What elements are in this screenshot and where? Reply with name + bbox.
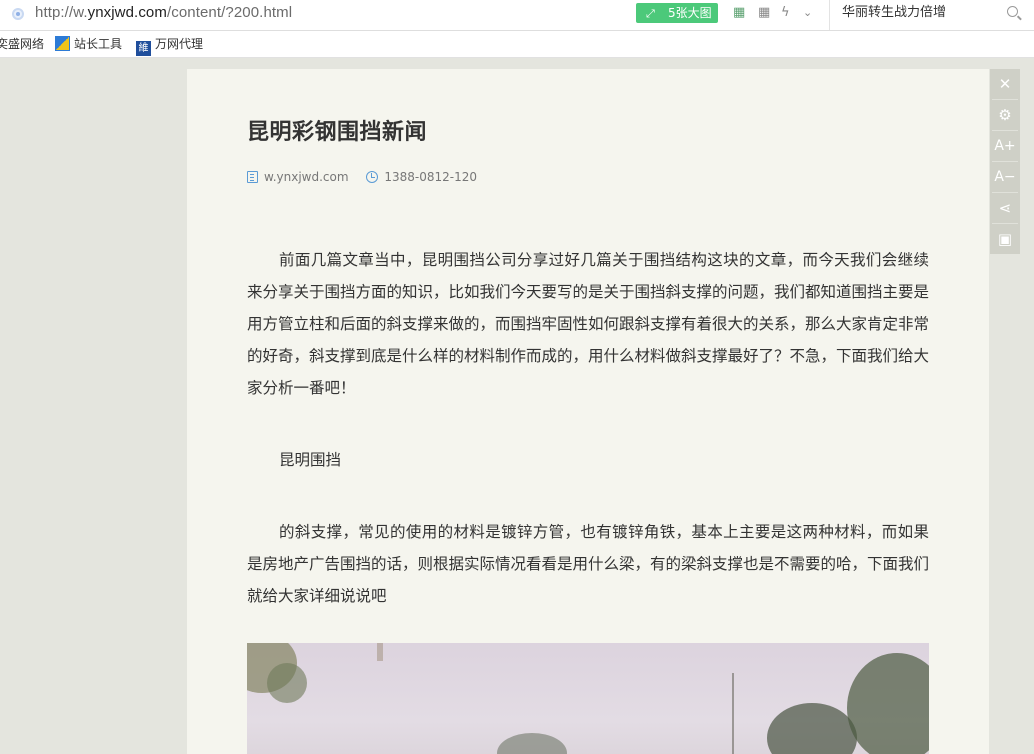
expand-icon: ⤢ xyxy=(646,7,655,20)
search-box[interactable]: 华丽转生战力倍增 xyxy=(829,0,1034,30)
article-paragraph: 前面几篇文章当中，昆明围挡公司分享过好几篇关于围挡结构这块的文章，而今天我们会继… xyxy=(247,251,930,397)
site-security-icon[interactable] xyxy=(12,8,24,20)
bookmark-item[interactable]: 奕盛网络 xyxy=(0,36,44,52)
bookmarks-bar: 奕盛网络 站长工具 維万网代理 xyxy=(0,31,1034,58)
proxy-icon: 維 xyxy=(136,41,151,56)
page-viewport: 昆明彩钢围挡新闻 w.ynxjwd.com 1388-0812-120 前面几篇… xyxy=(0,58,1034,754)
font-increase-label: A+ xyxy=(994,138,1016,154)
font-decrease-label: A− xyxy=(994,169,1016,185)
reader-toolbar: ✕ ⚙ A+ A− ⋖ ▣ xyxy=(990,69,1020,254)
big-image-button[interactable]: ⤢ 5张大图 xyxy=(636,3,718,23)
chevron-down-icon[interactable]: ⌄ xyxy=(803,5,812,21)
font-decrease-button[interactable]: A− xyxy=(990,162,1020,192)
search-icon[interactable] xyxy=(1007,6,1018,17)
url-path: /content/?200.html xyxy=(166,4,293,21)
article-phone: 1388-0812-120 xyxy=(384,170,478,184)
save-icon: ▣ xyxy=(997,230,1013,248)
settings-button[interactable]: ⚙ xyxy=(990,100,1020,130)
tools-icon xyxy=(55,36,70,51)
article-panel: 昆明彩钢围挡新闻 w.ynxjwd.com 1388-0812-120 前面几篇… xyxy=(187,69,989,754)
bookmark-label: 万网代理 xyxy=(155,37,204,51)
reader-mode-icon[interactable]: ▦ xyxy=(733,5,745,21)
article-paragraph: 昆明围挡 xyxy=(279,451,342,469)
document-icon xyxy=(247,171,258,183)
bookmark-label: 站长工具 xyxy=(74,37,123,51)
share-icon: ⋖ xyxy=(998,199,1012,217)
article-site: w.ynxjwd.com xyxy=(264,170,349,184)
address-bar: http://w.ynxjwd.com/content/?200.html ⤢ 5… xyxy=(0,0,1034,31)
font-increase-button[interactable]: A+ xyxy=(990,131,1020,161)
share-button[interactable]: ⋖ xyxy=(990,193,1020,223)
article-title: 昆明彩钢围挡新闻 xyxy=(247,120,428,145)
close-button[interactable]: ✕ xyxy=(990,69,1020,99)
bookmark-item[interactable]: 維万网代理 xyxy=(136,36,203,56)
save-button[interactable]: ▣ xyxy=(990,224,1020,254)
article-meta: w.ynxjwd.com 1388-0812-120 xyxy=(247,170,477,184)
url-field[interactable]: http://w.ynxjwd.com/content/?200.html xyxy=(35,4,292,22)
search-input[interactable]: 华丽转生战力倍增 xyxy=(842,5,946,21)
article-image xyxy=(247,643,929,754)
url-prefix: http://w. xyxy=(35,4,88,21)
gear-icon: ⚙ xyxy=(998,106,1012,124)
close-icon: ✕ xyxy=(998,75,1012,93)
bookmark-item[interactable]: 站长工具 xyxy=(55,36,122,52)
big-image-label: 5张大图 xyxy=(668,6,712,20)
bookmark-label: 奕盛网络 xyxy=(0,37,45,51)
qr-code-icon[interactable]: ▦ xyxy=(758,5,770,21)
clock-icon xyxy=(366,171,379,183)
lightning-icon[interactable]: ϟ xyxy=(781,5,790,21)
url-domain: ynxjwd.com xyxy=(87,4,167,21)
article-paragraph: 的斜支撑，常见的使用的材料是镀锌方管，也有镀锌角铁，基本上主要是这两种材料，而如… xyxy=(247,523,930,605)
